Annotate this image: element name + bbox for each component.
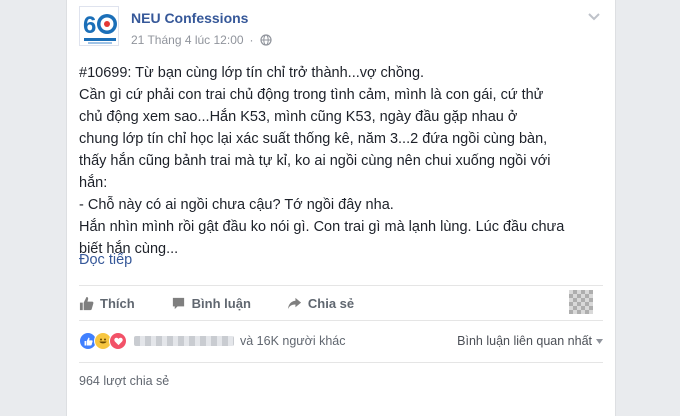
post-line: biết hắn cùng... (79, 241, 179, 257)
neu-logo-icon: 6 (80, 7, 118, 45)
share-button[interactable]: Chia sẻ (287, 296, 354, 311)
love-reaction-icon (109, 332, 127, 350)
reaction-count[interactable]: và 16K người khác (240, 334, 346, 348)
page-name-link[interactable]: NEU Confessions (131, 10, 248, 26)
reactor-names-blurred[interactable] (134, 336, 234, 346)
thumbs-up-icon (79, 296, 94, 310)
chevron-down-icon[interactable] (587, 12, 601, 22)
comment-icon (172, 297, 184, 309)
post-timestamp[interactable]: 21 Tháng 4 lúc 12:00 (131, 33, 244, 47)
comment-label: Bình luận (191, 295, 251, 311)
post-line: hắn: (79, 175, 108, 191)
svg-text:6: 6 (83, 12, 96, 39)
viewer-avatar[interactable] (569, 290, 593, 314)
post-line: #10699: Từ bạn cùng lớp tín chỉ trở thàn… (79, 65, 425, 81)
share-label: Chia sẻ (307, 295, 355, 311)
reaction-icons[interactable] (79, 332, 127, 350)
page-avatar[interactable]: 6 (79, 6, 119, 46)
like-button[interactable]: Thích (79, 296, 135, 311)
post-line: Hắn nhìn mình rồi gật đầu ko nói gì. Con… (79, 219, 565, 235)
like-label: Thích (100, 295, 135, 311)
post-line: - Chỗ này có ai ngồi chưa cậu? Tớ ngồi đ… (79, 197, 394, 213)
post-body: #10699: Từ bạn cùng lớp tín chỉ trở thàn… (79, 62, 605, 260)
divider (79, 362, 603, 363)
post-meta: 21 Tháng 4 lúc 12:00 · (131, 33, 272, 47)
post-line: chủ động xem sao...Hắn K53, mình cũng K5… (79, 109, 518, 125)
share-count[interactable]: 964 lượt chia sẻ (79, 374, 169, 388)
caret-down-icon (596, 338, 603, 344)
comment-sort-dropdown[interactable]: Bình luận liên quan nhất (457, 334, 603, 348)
comment-button[interactable]: Bình luận (171, 296, 251, 311)
action-bar: Thích Bình luận Chia sẻ (79, 285, 603, 321)
meta-separator: · (249, 33, 254, 47)
globe-icon[interactable] (259, 34, 272, 46)
post-card: 6 NEU Confessions 21 Tháng 4 lúc 12:00 ·… (66, 0, 616, 416)
share-arrow-icon (287, 297, 301, 309)
post-line: Cần gì cứ phải con trai chủ động trong t… (79, 87, 544, 103)
post-line: chung lớp tín chỉ học lại xác suất thống… (79, 131, 548, 147)
read-more-link[interactable]: Đọc tiếp (79, 252, 132, 268)
post-line: thấy hắn cũng bảnh trai mà tự kỉ, ko ai … (79, 153, 551, 169)
reactions-row: và 16K người khác Bình luận liên quan nh… (79, 330, 603, 352)
comment-sort-label: Bình luận liên quan nhất (457, 334, 592, 348)
